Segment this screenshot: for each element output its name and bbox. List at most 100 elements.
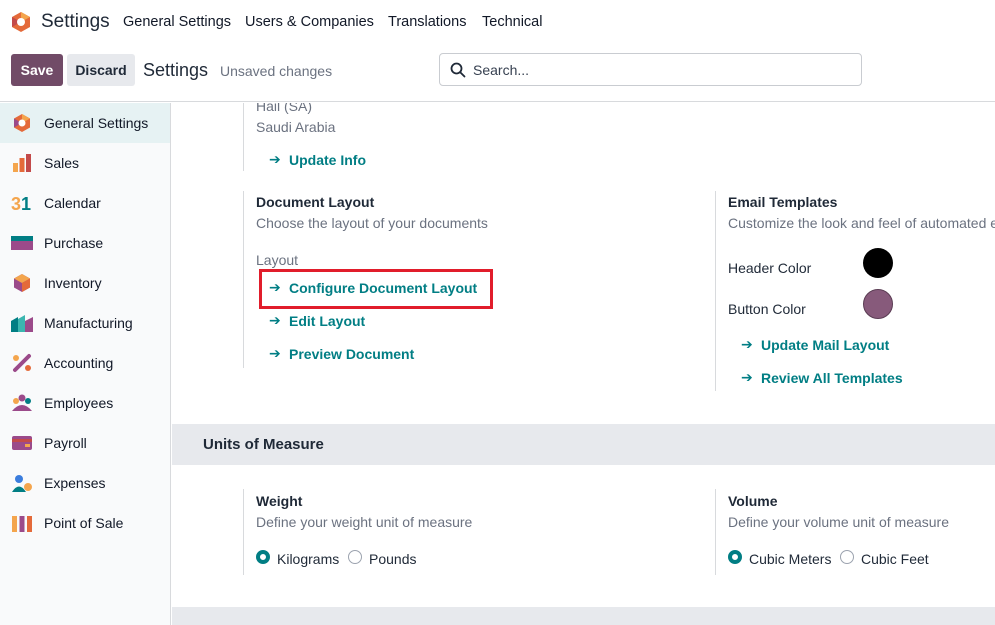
setting-divider <box>243 489 244 575</box>
email-templates-description: Customize the look and feel of automated… <box>728 215 995 231</box>
unsaved-changes-indicator: Unsaved changes <box>220 63 333 79</box>
cubic-meters-label[interactable]: Cubic Meters <box>749 551 831 567</box>
manufacturing-icon <box>11 315 33 332</box>
setting-divider <box>243 103 244 171</box>
sidebar-item-accounting[interactable]: Accounting <box>0 343 170 383</box>
sidebar-item-calendar[interactable]: 3 1 Calendar <box>0 183 170 223</box>
review-all-templates-label: Review All Templates <box>761 369 903 386</box>
sidebar-item-label: Point of Sale <box>44 515 124 531</box>
sidebar-item-label: General Settings <box>44 115 149 131</box>
setting-divider <box>243 191 244 368</box>
discard-button[interactable]: Discard <box>67 54 135 86</box>
weight-title: Weight <box>256 493 303 509</box>
arrow-right-icon: ➔ <box>269 312 281 328</box>
section-header-units-of-measure: Units of Measure <box>172 424 995 465</box>
document-layout-description: Choose the layout of your documents <box>256 215 488 231</box>
update-mail-layout-label: Update Mail Layout <box>761 336 890 353</box>
sidebar-item-employees[interactable]: Employees <box>0 383 170 423</box>
payroll-icon <box>12 436 32 450</box>
edit-layout-link[interactable]: ➔ Edit Layout <box>269 312 365 329</box>
page-title: Settings <box>143 60 209 80</box>
svg-text:1: 1 <box>21 194 31 213</box>
radio-pounds[interactable] <box>348 550 362 564</box>
sidebar-item-point-of-sale[interactable]: Point of Sale <box>0 503 170 543</box>
arrow-right-icon: ➔ <box>269 345 281 361</box>
radio-cubic-feet[interactable] <box>840 550 854 564</box>
search-box[interactable] <box>439 53 862 86</box>
next-section-header <box>172 607 995 625</box>
configure-document-layout-label: Configure Document Layout <box>289 279 478 296</box>
header-color-label: Header Color <box>728 260 812 276</box>
sidebar-item-sales[interactable]: Sales <box>0 143 170 183</box>
purchase-icon <box>11 236 33 250</box>
arrow-right-icon: ➔ <box>741 369 753 385</box>
sidebar-item-general-settings[interactable]: General Settings <box>0 103 170 143</box>
save-button[interactable]: Save <box>11 54 63 86</box>
sidebar-item-label: Payroll <box>44 435 87 451</box>
menu-users-companies[interactable]: Users & Companies <box>245 14 374 30</box>
preview-document-label: Preview Document <box>289 345 415 362</box>
sidebar-item-payroll[interactable]: Payroll <box>0 423 170 463</box>
menu-general-settings[interactable]: General Settings <box>123 14 231 30</box>
kilograms-label[interactable]: Kilograms <box>277 551 339 567</box>
svg-text:3: 3 <box>11 194 21 213</box>
radio-kilograms[interactable] <box>256 550 270 564</box>
sidebar-item-label: Sales <box>44 155 80 171</box>
review-all-templates-link[interactable]: ➔ Review All Templates <box>741 369 903 386</box>
app-title[interactable]: Settings <box>41 11 110 33</box>
preview-document-link[interactable]: ➔ Preview Document <box>269 345 414 362</box>
menu-translations[interactable]: Translations <box>388 14 466 30</box>
odoo-settings-logo-icon[interactable] <box>10 11 32 33</box>
update-mail-layout-link[interactable]: ➔ Update Mail Layout <box>741 336 889 353</box>
menu-technical[interactable]: Technical <box>482 14 542 30</box>
control-panel: Save Discard Settings Unsaved changes <box>0 44 995 102</box>
expenses-icon <box>12 475 32 492</box>
search-icon <box>450 62 466 78</box>
general-settings-icon <box>14 114 30 132</box>
update-info-link[interactable]: ➔ Update Info <box>269 151 366 168</box>
setting-divider <box>715 191 716 391</box>
sidebar-item-label: Calendar <box>44 195 101 211</box>
inventory-icon <box>14 274 30 292</box>
weight-description: Define your weight unit of measure <box>256 514 473 530</box>
pounds-label[interactable]: Pounds <box>369 551 416 567</box>
update-info-label: Update Info <box>289 151 366 168</box>
sidebar-item-expenses[interactable]: Expenses <box>0 463 170 503</box>
arrow-right-icon: ➔ <box>741 336 753 352</box>
email-templates-title: Email Templates <box>728 194 838 210</box>
volume-description: Define your volume unit of measure <box>728 514 949 530</box>
sidebar-item-manufacturing[interactable]: Manufacturing <box>0 303 170 343</box>
company-address: Hail (SA) <box>256 103 313 114</box>
sales-icon <box>13 154 31 172</box>
sidebar-item-label: Expenses <box>44 475 106 491</box>
arrow-right-icon: ➔ <box>269 279 281 295</box>
layout-label: Layout <box>256 252 299 268</box>
accounting-icon <box>13 354 31 372</box>
settings-sidebar: General Settings Sales 3 1 Calendar Purc… <box>0 103 171 625</box>
edit-layout-label: Edit Layout <box>289 312 366 329</box>
volume-title: Volume <box>728 493 778 509</box>
sidebar-item-label: Manufacturing <box>44 315 133 331</box>
sidebar-item-label: Accounting <box>44 355 114 371</box>
top-navbar: Settings General Settings Users & Compan… <box>0 0 995 44</box>
document-layout-title: Document Layout <box>256 194 375 210</box>
sidebar-item-label: Employees <box>44 395 114 411</box>
arrow-right-icon: ➔ <box>269 151 281 167</box>
setting-divider <box>715 489 716 575</box>
section-title: Units of Measure <box>203 436 324 453</box>
sidebar-item-inventory[interactable]: Inventory <box>0 263 170 303</box>
radio-cubic-meters[interactable] <box>728 550 742 564</box>
employees-icon <box>12 394 32 411</box>
button-color-swatch[interactable] <box>863 289 893 319</box>
configure-document-layout-link[interactable]: ➔ Configure Document Layout <box>269 279 477 296</box>
company-country: Saudi Arabia <box>256 119 336 135</box>
point-of-sale-icon <box>12 516 32 532</box>
header-color-swatch[interactable] <box>863 248 893 278</box>
calendar-icon: 3 1 <box>11 194 31 213</box>
cubic-feet-label[interactable]: Cubic Feet <box>861 551 929 567</box>
settings-content: Hail (SA) Saudi Arabia ➔ Update Info Doc… <box>172 103 995 625</box>
sidebar-item-label: Purchase <box>44 235 104 251</box>
sidebar-item-purchase[interactable]: Purchase <box>0 223 170 263</box>
search-input[interactable] <box>473 60 853 80</box>
button-color-label: Button Color <box>728 301 806 317</box>
